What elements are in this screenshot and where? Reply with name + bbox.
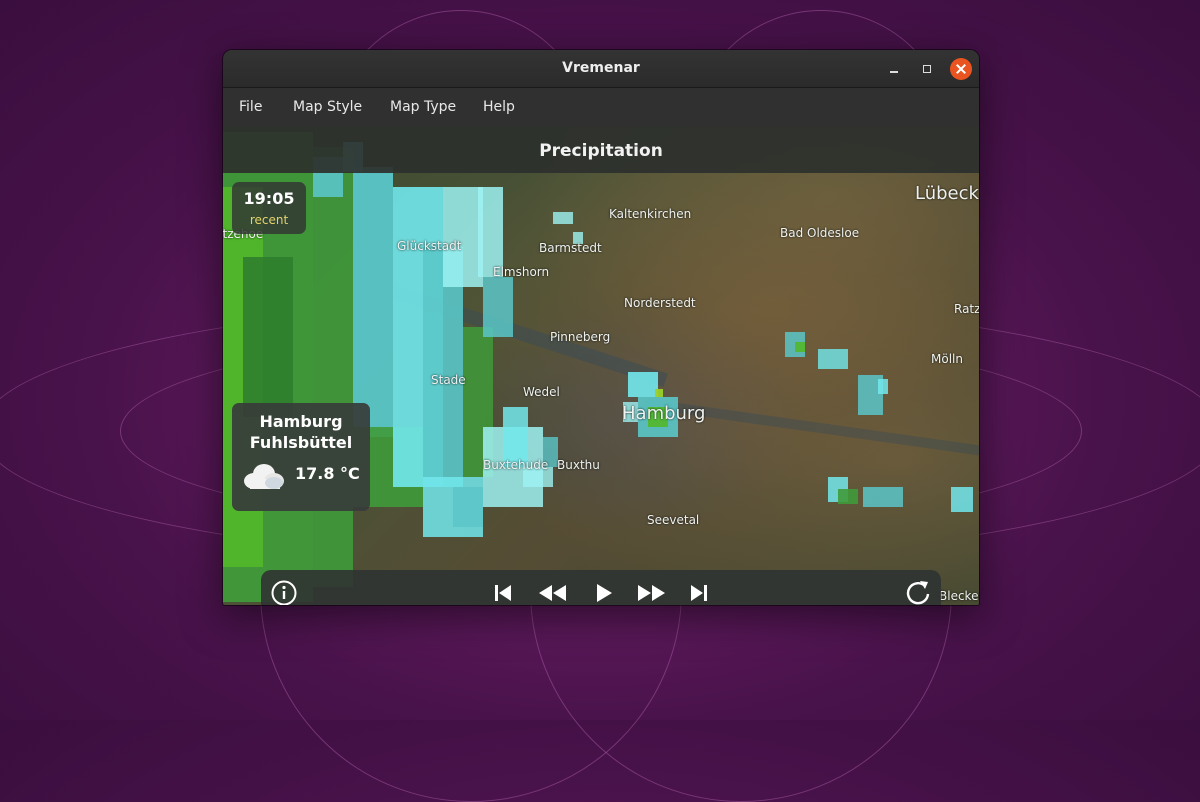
maximize-button[interactable] [916,58,938,80]
station-name-line2: Fuhlsbüttel [249,433,353,452]
info-icon[interactable] [270,579,298,605]
precipitation-cell [863,487,903,507]
temperature-value: 17.8 °C [295,464,360,483]
time-indicator: 19:05 recent [232,182,306,234]
precipitation-cell [553,212,573,224]
precipitation-cell [795,342,805,352]
city-label: Buxthu [557,458,600,472]
city-label: Kaltenkirchen [609,207,692,221]
city-label: Stade [431,373,466,387]
menu-map-style[interactable]: Map Style [293,99,362,115]
play-icon[interactable] [591,581,615,605]
menu-map-type[interactable]: Map Type [390,99,456,115]
city-label: Ratz [954,302,979,316]
city-label: Pinneberg [550,330,611,344]
city-label: Bleckede [939,589,979,603]
precipitation-cell [655,389,663,397]
map-title: Precipitation [539,141,663,161]
app-window: Vremenar File Map Style Map Type Help Pr… [223,50,979,605]
city-label: Bad Oldesloe [780,226,860,240]
city-label: Lübeck [915,183,979,204]
city-label: Wedel [523,385,560,399]
close-button[interactable] [950,58,972,80]
precipitation-cell [483,277,513,337]
time-label: recent [249,213,289,227]
refresh-icon[interactable] [903,578,933,605]
city-label: Norderstedt [624,296,696,310]
skip-first-icon[interactable] [492,582,514,604]
window-title: Vremenar [562,60,640,76]
minimize-button[interactable] [883,58,905,80]
precipitation-cell [478,187,503,277]
cloud-icon [244,464,284,489]
precipitation-cell [951,487,973,512]
precipitation-cell [353,167,393,437]
precipitation-cell [838,489,858,504]
city-label: Hamburg [622,403,706,424]
title-bar[interactable]: Vremenar [223,50,979,88]
skip-last-icon[interactable] [688,582,710,604]
precipitation-cell [818,349,848,369]
city-label: Buxtehude [483,458,549,472]
city-label: Mölln [931,352,963,366]
precipitation-cell [878,379,888,394]
playback-controls: 0710121519242833374246515560657585dBZ [261,570,941,605]
menu-file[interactable]: File [239,99,262,115]
menu-help[interactable]: Help [483,99,515,115]
city-label: Elmshorn [493,265,550,279]
precipitation-cell [628,372,658,397]
fast-forward-icon[interactable] [635,582,667,604]
time-value: 19:05 [243,189,295,208]
precipitation-cell [243,257,293,417]
precipitation-cell [313,147,353,587]
station-name-line1: Hamburg [259,412,343,431]
station-card[interactable]: Hamburg Fuhlsbüttel 17.8 °C [232,403,370,511]
city-label: Barmstedt [539,241,602,255]
map-header: Precipitation [223,127,979,173]
menu-bar: File Map Style Map Type Help [223,88,979,127]
city-label: Seevetal [647,513,700,527]
rewind-icon[interactable] [537,582,569,604]
weather-map[interactable]: Precipitation Lübeck Kaltenkirchen Bad O… [223,127,979,605]
city-label: Glückstadt [397,239,462,253]
precipitation-cell [453,487,483,527]
precipitation-cell [443,187,483,287]
